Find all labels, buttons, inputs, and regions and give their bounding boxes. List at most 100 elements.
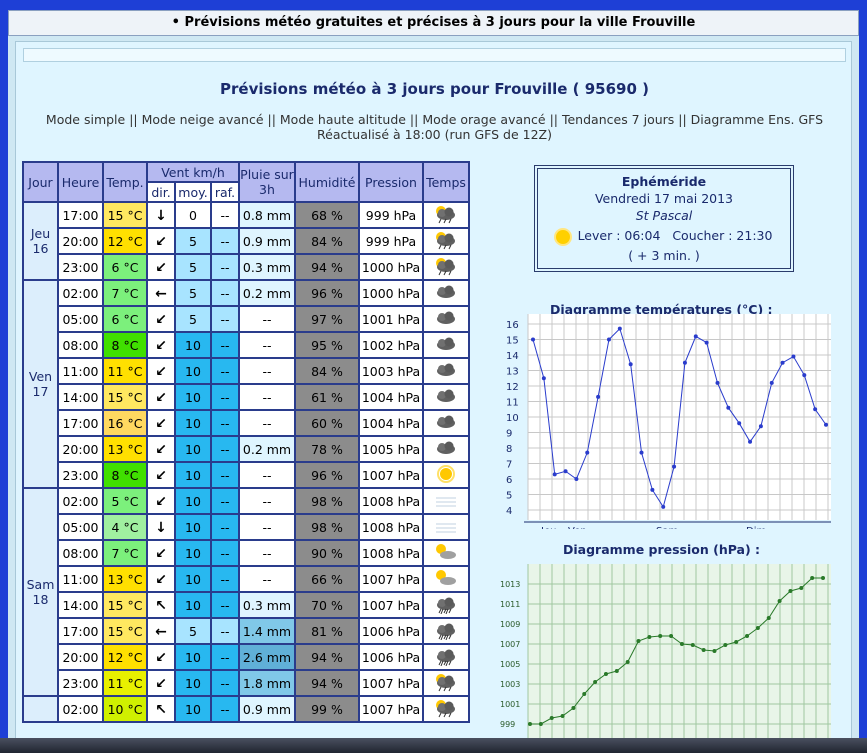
wind-mean-cell: 10: [176, 671, 210, 695]
pressure-point: [538, 722, 543, 726]
humidity-cell: 68 %: [296, 203, 358, 227]
temp-cell: 7 °C: [104, 281, 146, 305]
wind-arrow-icon: ↙: [155, 675, 167, 692]
table-row: 23:00 6 °C ↙ 5 -- 0.3 mm 94 % 1000 hPa: [24, 255, 468, 279]
cloud-icon: [437, 441, 455, 454]
wind-direction-cell: ↙: [148, 307, 174, 331]
temp-point: [672, 464, 677, 469]
temp-point: [824, 422, 828, 427]
wind-mean-cell: 10: [176, 697, 210, 721]
table-row: 08:00 8 °C ↙ 10 -- -- 95 % 1002 hPa: [24, 333, 468, 357]
humidity-cell: 94 %: [296, 255, 358, 279]
y-tick-label: 12: [506, 382, 519, 393]
mode-link[interactable]: Mode haute altitude: [280, 112, 406, 127]
sun-icon: [555, 229, 570, 244]
weather-cell: [424, 463, 468, 487]
pressure-point: [528, 722, 532, 726]
col-header-humidite: Humidité: [296, 163, 358, 201]
temp-cell: 8 °C: [104, 463, 146, 487]
weather-cell: [424, 385, 468, 409]
rain-cell: --: [240, 333, 294, 357]
mode-link[interactable]: Tendances 7 jours: [562, 112, 674, 127]
humidity-cell: 81 %: [296, 619, 358, 643]
refresh-info: Réactualisé à 18:00 (run GFS de 12Z): [317, 127, 552, 142]
wind-arrow-icon: ↓: [155, 207, 167, 224]
mode-link[interactable]: Mode simple: [46, 112, 125, 127]
col-header-jour: Jour: [24, 163, 57, 201]
humidity-cell: 97 %: [296, 307, 358, 331]
mode-link[interactable]: Mode neige avancé: [142, 112, 264, 127]
wind-direction-cell: ↖: [148, 697, 174, 721]
table-row: Ven 17 02:00 7 °C ← 5 -- 0.2 mm 96 % 1000 hPa: [24, 281, 468, 487]
table-row: 05:00 4 °C ↓ 10 -- -- 98 % 1008 hPa: [24, 515, 468, 539]
wind-gust-cell: --: [212, 645, 238, 669]
hour-cell: 17:00: [59, 203, 102, 227]
col-header-moy: moy.: [176, 183, 210, 201]
x-day-label: Ven: [568, 526, 587, 529]
weather-cell: [424, 645, 468, 669]
temp-cell: 5 °C: [104, 489, 146, 513]
wind-mean-cell: 10: [176, 567, 210, 591]
pressure-point: [821, 576, 825, 580]
wind-direction-cell: ↙: [148, 645, 174, 669]
pressure-point: [723, 643, 728, 647]
wind-direction-cell: ↙: [148, 385, 174, 409]
mode-separator: ||: [405, 112, 423, 127]
page-frame: Prévisions météo à 3 jours pour Frouvill…: [8, 36, 859, 753]
temp-cell: 15 °C: [104, 203, 146, 227]
heavy-rain-icon: [437, 623, 455, 640]
wind-gust-cell: --: [212, 437, 238, 461]
humidity-cell: 99 %: [296, 697, 358, 721]
temp-point: [541, 376, 546, 381]
table-row: 17:00 16 °C ↙ 10 -- -- 60 % 1004 hPa: [24, 411, 468, 435]
temp-point: [682, 360, 687, 365]
wind-arrow-icon: ←: [155, 285, 167, 302]
cloud-icon: [437, 285, 455, 298]
table-row: 05:00 6 °C ↙ 5 -- -- 97 % 1001 hPa: [24, 307, 468, 331]
weather-cell: [424, 437, 468, 461]
wind-arrow-icon: ↙: [155, 649, 167, 666]
mode-link[interactable]: Diagramme Ens. GFS: [691, 112, 823, 127]
wind-direction-cell: ↓: [148, 203, 174, 227]
wind-arrow-icon: ↙: [155, 389, 167, 406]
weather-cell: [424, 541, 468, 565]
wind-mean-cell: 0: [176, 203, 210, 227]
rain-sun-icon: [436, 205, 455, 223]
pressure-point: [734, 640, 739, 644]
humidity-cell: 96 %: [296, 281, 358, 305]
wind-gust-cell: --: [212, 515, 238, 539]
sun-cloud-icon: [436, 543, 456, 559]
wind-mean-cell: 10: [176, 463, 210, 487]
humidity-cell: 90 %: [296, 541, 358, 565]
day-cell: Ven 17: [24, 281, 57, 487]
hour-cell: 08:00: [59, 541, 102, 565]
hour-cell: 02:00: [59, 489, 102, 513]
table-row: 23:00 8 °C ↙ 10 -- -- 96 % 1007 hPa: [24, 463, 468, 487]
cloud-icon: [437, 363, 455, 376]
wind-direction-cell: ↙: [148, 671, 174, 695]
temp-point: [617, 326, 622, 331]
temp-cell: 7 °C: [104, 541, 146, 565]
mode-link[interactable]: Mode orage avancé: [422, 112, 545, 127]
temp-point: [661, 504, 666, 509]
x-day-label: Jeu: [540, 526, 556, 529]
table-row: 17:00 15 °C ← 5 -- 1.4 mm 81 % 1006 hPa: [24, 619, 468, 643]
temp-cell: 11 °C: [104, 671, 146, 695]
table-row: 08:00 7 °C ↙ 10 -- -- 90 % 1008 hPa: [24, 541, 468, 565]
temp-point: [780, 360, 785, 365]
wind-gust-cell: --: [212, 593, 238, 617]
wind-gust-cell: --: [212, 281, 238, 305]
humidity-cell: 95 %: [296, 333, 358, 357]
pressure-cell: 1008 hPa: [360, 515, 422, 539]
page-title: Prévisions météo à 3 jours pour Frouvill…: [220, 80, 649, 98]
pressure-point: [766, 616, 771, 620]
pressure-cell: 999 hPa: [360, 229, 422, 253]
table-row: Jeu 16 17:00 15 °C ↓ 0 -- 0.8 mm 68 % 999 hPa: [24, 203, 468, 279]
y-tick-label: 7: [506, 460, 512, 471]
cloud-icon: [437, 389, 455, 402]
y-tick-label: 14: [506, 351, 519, 362]
pressure-cell: 1003 hPa: [360, 359, 422, 383]
wind-direction-cell: ↙: [148, 437, 174, 461]
weather-cell: [424, 229, 468, 253]
pressure-cell: 1001 hPa: [360, 307, 422, 331]
